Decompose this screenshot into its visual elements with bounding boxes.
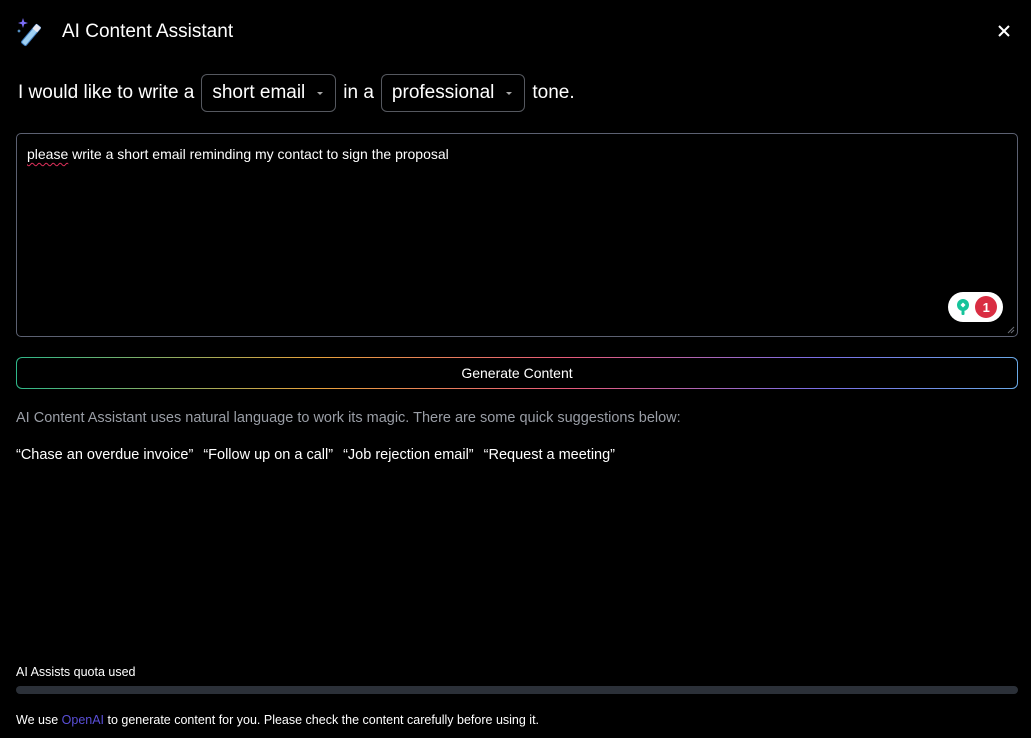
suggestion-job-rejection[interactable]: “Job rejection email” [343, 447, 474, 463]
misspelled-word[interactable]: please [27, 146, 68, 162]
content-type-value: short email [212, 82, 306, 103]
grammarly-button[interactable]: 1 [948, 292, 1003, 322]
tone-select[interactable]: professional [380, 74, 526, 112]
grammarly-issue-count: 1 [975, 296, 998, 318]
suggestion-follow-up-call[interactable]: “Follow up on a call” [203, 447, 333, 463]
hint-text: AI Content Assistant uses natural langua… [16, 410, 681, 426]
footer-suffix: to generate content for you. Please chec… [104, 713, 540, 727]
prompt-textarea-content[interactable]: please write a short email reminding my … [27, 146, 449, 162]
close-icon[interactable] [995, 22, 1013, 40]
app-title: AI Content Assistant [62, 21, 234, 42]
grammarly-logo-icon [956, 299, 969, 315]
prompt-suffix: tone. [532, 82, 575, 103]
prompt-prefix: I would like to write a [18, 82, 195, 103]
footer-prefix: We use [16, 713, 59, 727]
content-type-select[interactable]: short email [201, 74, 337, 112]
prompt-textarea[interactable]: please write a short email reminding my … [16, 133, 1018, 337]
suggestion-chase-invoice[interactable]: “Chase an overdue invoice” [16, 447, 193, 463]
generate-content-button[interactable]: Generate Content [16, 357, 1018, 389]
prompt-middle: in a [343, 82, 374, 103]
prompt-sentence: I would like to write a short email in a… [16, 72, 577, 114]
magic-wand-icon [17, 18, 42, 47]
header: AI Content Assistant [16, 14, 233, 50]
openai-link[interactable]: OpenAI [62, 713, 104, 727]
suggestion-list: “Chase an overdue invoice” “Follow up on… [16, 447, 615, 463]
quota-progress-bar [16, 686, 1018, 694]
quota-label: AI Assists quota used [16, 665, 136, 679]
tone-value: professional [391, 82, 495, 103]
chevron-down-icon [317, 91, 324, 95]
footer-disclaimer: We use OpenAI to generate content for yo… [16, 713, 539, 727]
textarea-text: write a short email reminding my contact… [68, 146, 449, 162]
suggestion-request-meeting[interactable]: “Request a meeting” [484, 447, 615, 463]
resize-handle-icon[interactable] [1007, 326, 1015, 334]
chevron-down-icon [506, 91, 513, 95]
